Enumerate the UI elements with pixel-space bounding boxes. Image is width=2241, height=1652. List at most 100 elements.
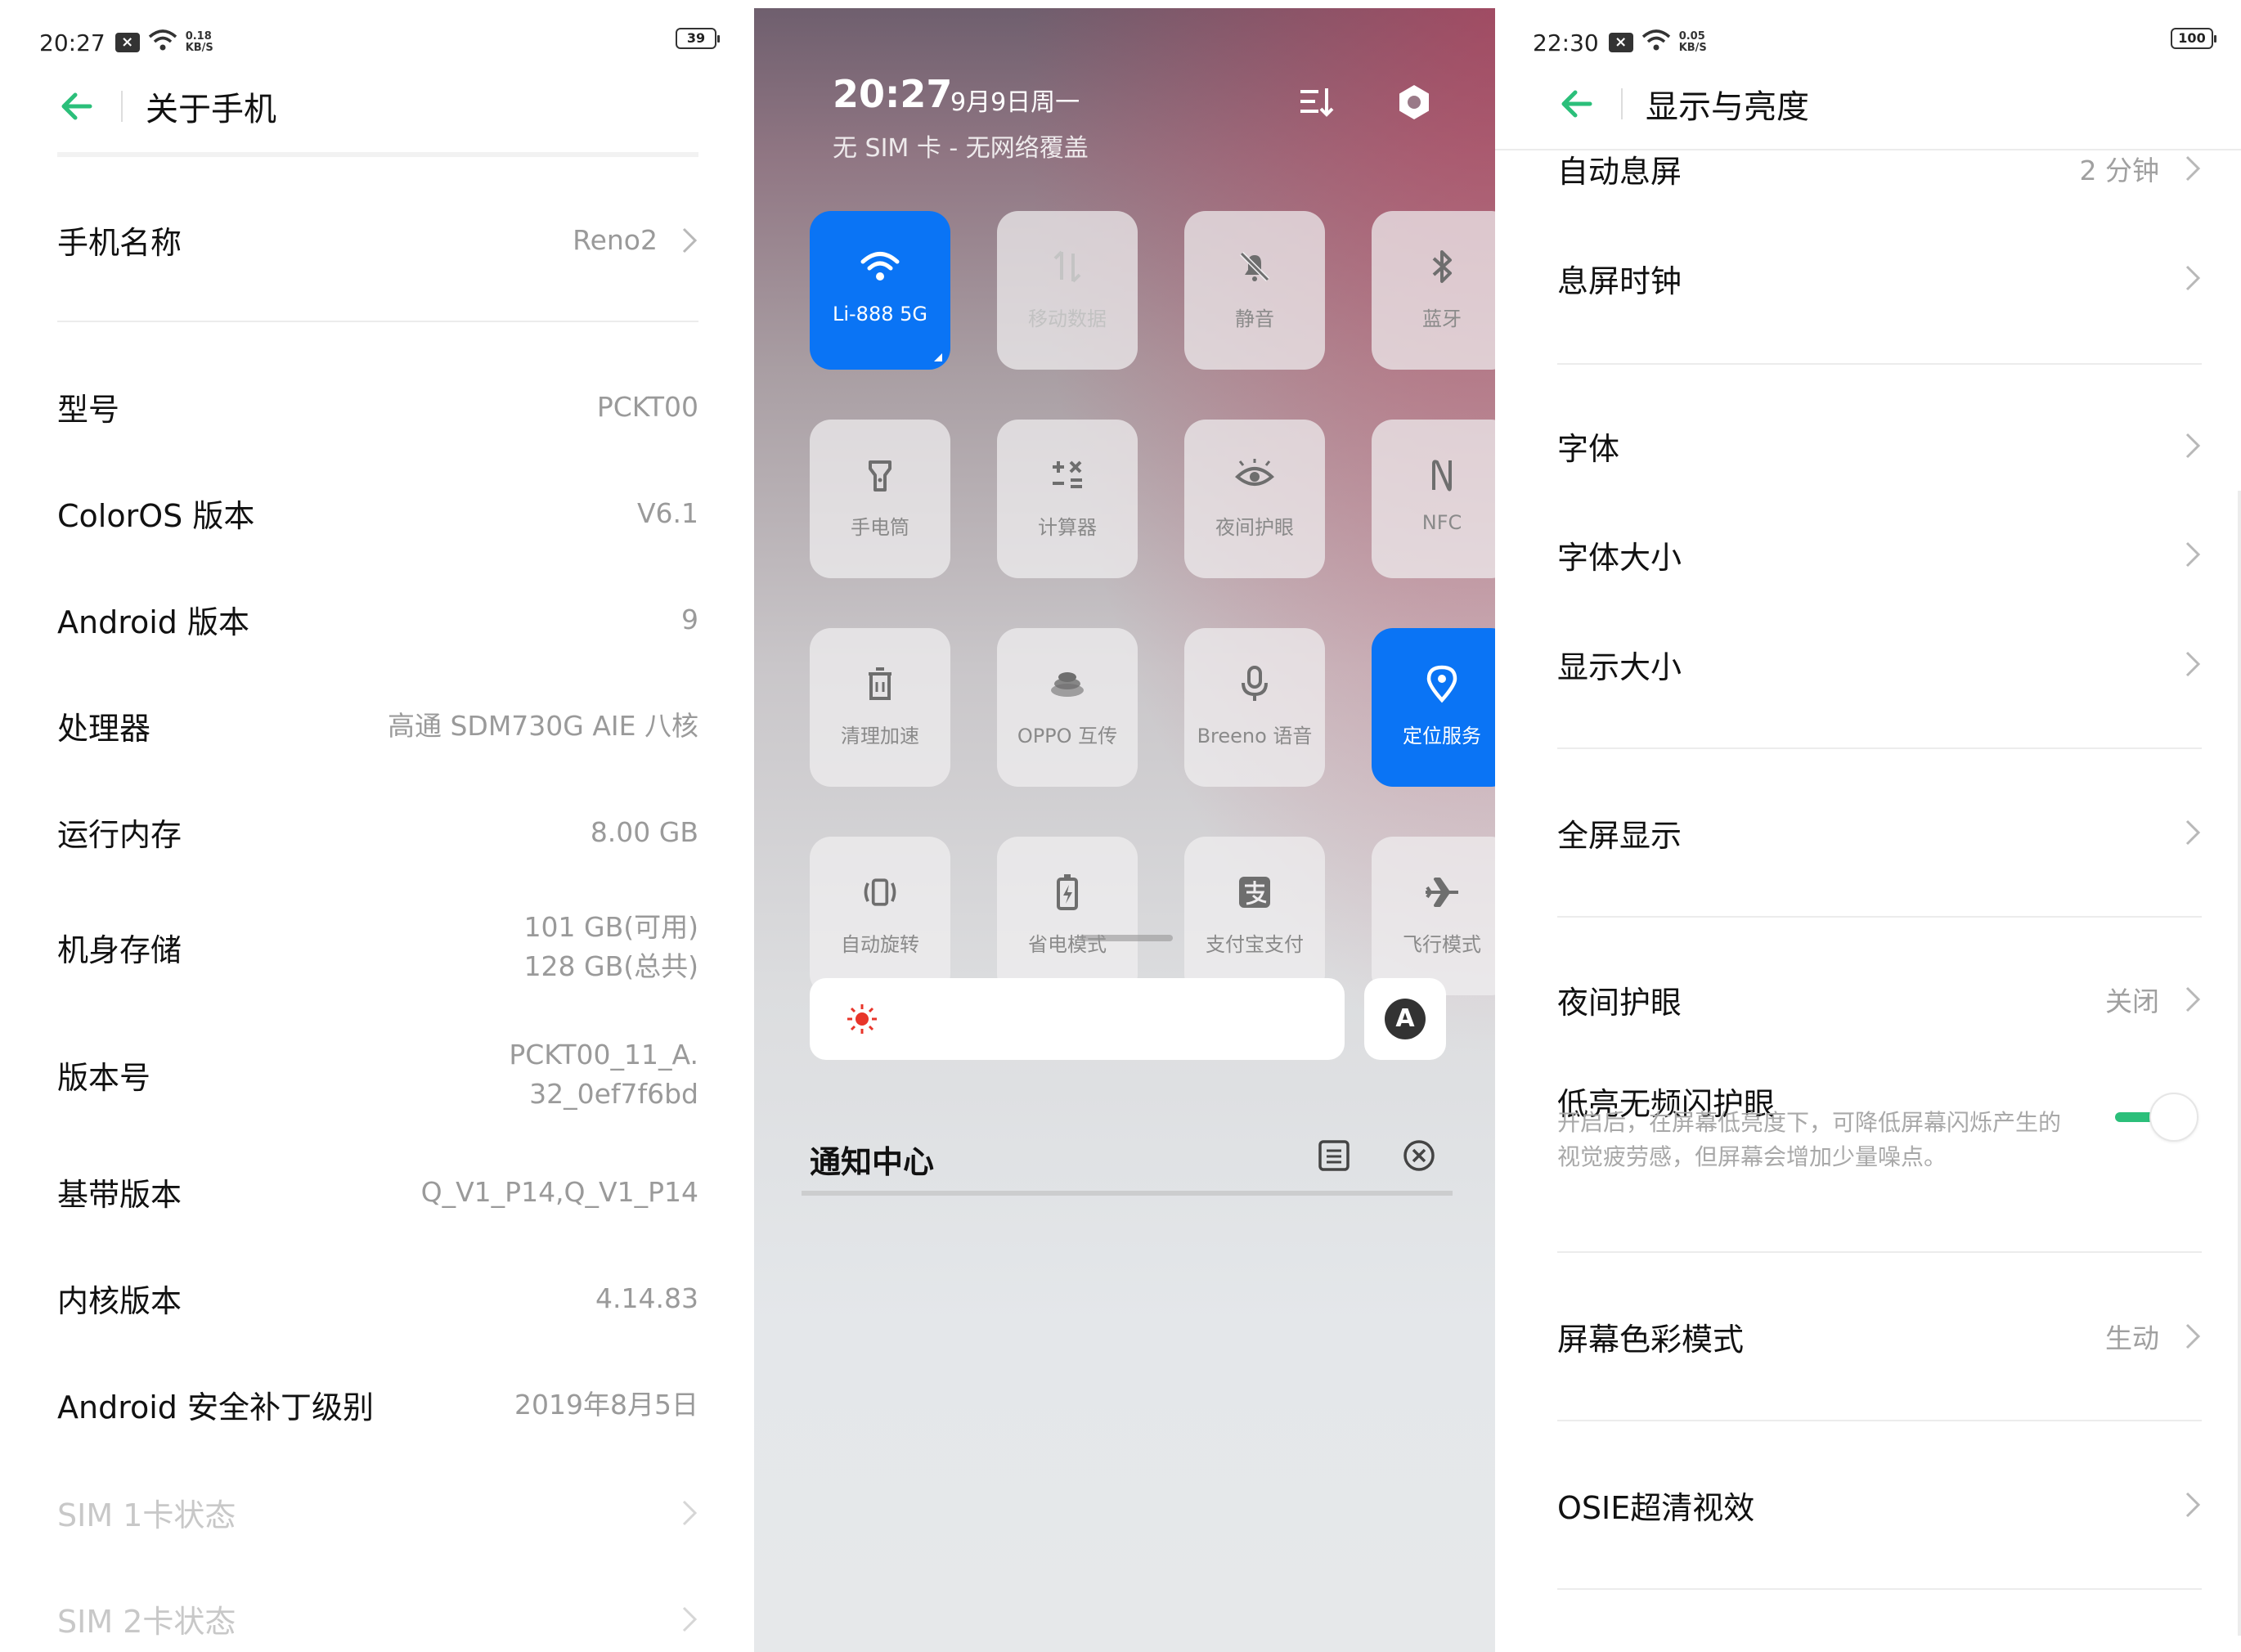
row-label: OSIE超清视效 <box>1557 1489 1755 1526</box>
settings-icon[interactable] <box>1394 82 1435 123</box>
tile-calculator[interactable]: 计算器 <box>997 420 1138 578</box>
tile-label: 支付宝支付 <box>1206 933 1304 956</box>
row-sim2-status[interactable]: SIM 2卡状态 <box>57 1596 698 1641</box>
row-storage: 机身存储 101 GB(可用) 128 GB(总共) <box>57 908 698 986</box>
section-divider <box>57 321 698 322</box>
row-value: Reno2 <box>573 223 658 256</box>
settings-row[interactable]: OSIE超清视效 <box>1557 1480 2202 1529</box>
row-label: Android 安全补丁级别 <box>57 1389 374 1425</box>
tile-mobile-data[interactable]: 移动数据 <box>997 211 1138 370</box>
tile-label: 蓝牙 <box>1422 308 1462 330</box>
row-label: 字体 <box>1557 430 1620 467</box>
settings-row[interactable]: 屏幕色彩模式 生动 <box>1557 1312 2202 1361</box>
network-speed: 0.05 KB/S <box>1678 30 1707 54</box>
row-value: Q_V1_P14,Q_V1_P14 <box>420 1175 698 1208</box>
row-value: 高通 SDM730G AIE 八核 <box>387 709 698 742</box>
tile-eye[interactable]: 夜间护眼 <box>1184 420 1325 578</box>
row-security-patch: Android 安全补丁级别 2019年8月5日 <box>57 1382 698 1427</box>
tile-label: 静音 <box>1235 308 1274 330</box>
row-value: PCKT00 <box>596 390 698 423</box>
chevron-right-icon <box>2185 986 2201 1012</box>
header-shadow <box>57 152 698 157</box>
tile-wifi[interactable]: Li-888 5G <box>810 211 950 370</box>
auto-brightness-icon: A <box>1385 999 1426 1039</box>
settings-row[interactable]: 字体大小 <box>1557 530 2202 579</box>
tile-label: 计算器 <box>1038 516 1097 539</box>
settings-row[interactable]: 息屏时钟 <box>1557 254 2202 303</box>
flashlight-icon <box>860 456 900 495</box>
row-label: SIM 2卡状态 <box>57 1604 236 1640</box>
chevron-right-icon <box>2185 1323 2201 1349</box>
trash-icon <box>860 664 900 703</box>
tile-bluetooth[interactable]: 蓝牙 <box>1372 211 1495 370</box>
tile-flashlight[interactable]: 手电筒 <box>810 420 950 578</box>
section-divider <box>1557 363 2202 365</box>
display-brightness-screen: 22:30 × 0.05 KB/S 100 显示与亮度 自动息屏 2 分钟 息屏时钟… <box>1495 0 2241 1652</box>
edit-tiles-icon[interactable] <box>1296 82 1336 123</box>
tile-alipay[interactable]: 支付宝支付 <box>1184 837 1325 995</box>
settings-row[interactable]: 字体 <box>1557 421 2202 470</box>
row-label: 全屏显示 <box>1557 817 1682 854</box>
tile-location[interactable]: 定位服务 <box>1372 628 1495 787</box>
tile-mute[interactable]: 静音 <box>1184 211 1325 370</box>
row-right <box>2159 1490 2202 1520</box>
notification-manage-icon[interactable] <box>1317 1138 1351 1173</box>
row-value: 2 分钟 <box>2079 155 2160 186</box>
brightness-slider[interactable] <box>810 978 1345 1060</box>
tile-battery-saver[interactable]: 省电模式 <box>997 837 1138 995</box>
section-divider <box>1557 747 2202 749</box>
row-value: 8.00 GB <box>590 815 698 848</box>
back-arrow-icon[interactable] <box>1554 81 1600 127</box>
page-header: 关于手机 <box>54 78 276 135</box>
tile-label: 定位服务 <box>1403 725 1481 747</box>
tile-label: 夜间护眼 <box>1215 516 1294 539</box>
wifi-status-icon <box>1641 29 1671 57</box>
row-coloros-version: ColorOS 版本 V6.1 <box>57 491 698 536</box>
section-divider <box>1557 1251 2202 1253</box>
auto-brightness-button[interactable]: A <box>1364 978 1446 1060</box>
tile-label: 飞行模式 <box>1403 933 1481 956</box>
flicker-toggle[interactable] <box>2115 1093 2198 1142</box>
row-label: 夜间护眼 <box>1557 984 1682 1021</box>
settings-row[interactable]: 自动息屏 2 分钟 <box>1557 144 2202 193</box>
tile-trash[interactable]: 清理加速 <box>810 628 950 787</box>
back-arrow-icon[interactable] <box>54 83 100 129</box>
cc-date: 9月9日周一 <box>950 88 1080 117</box>
notification-center-title: 通知中心 <box>810 1144 935 1180</box>
status-time: 20:27 <box>39 29 106 56</box>
section-divider <box>1557 1420 2202 1421</box>
row-value: 关闭 <box>2105 985 2159 1017</box>
settings-row[interactable]: 夜间护眼 关闭 <box>1557 975 2202 1024</box>
tile-rotate[interactable]: 自动旋转 <box>810 837 950 995</box>
row-right: 2 分钟 <box>2080 149 2203 188</box>
tile-microphone[interactable]: Breeno 语音 <box>1184 628 1325 787</box>
clear-all-icon[interactable] <box>1402 1138 1436 1173</box>
tile-airplane[interactable]: 飞行模式 <box>1372 837 1495 995</box>
row-label: 机身存储 <box>57 931 182 968</box>
scrollbar[interactable] <box>2238 491 2241 1636</box>
storage-total: 128 GB(总共) <box>523 950 698 982</box>
tile-label: Li-888 5G <box>832 303 927 325</box>
row-phone-name[interactable]: 手机名称 Reno2 <box>57 218 698 263</box>
row-value: 生动 <box>2105 1322 2159 1354</box>
flicker-description: 开启后，在屏幕低亮度下，可降低屏幕闪烁产生的视觉疲劳感，但屏幕会增加少量噪点。 <box>1557 1109 2062 1170</box>
row-label: 型号 <box>57 392 120 428</box>
mobile-data-icon <box>1048 247 1087 286</box>
tile-label: Breeno 语音 <box>1197 725 1313 747</box>
settings-row[interactable]: 显示大小 <box>1557 640 2202 689</box>
page-title: 关于手机 <box>146 91 276 128</box>
row-build-number: 版本号 PCKT00_11_A. 32_0ef7f6bd <box>57 1035 698 1114</box>
chevron-right-icon <box>2185 155 2201 182</box>
row-label: 手机名称 <box>57 225 182 261</box>
settings-row[interactable]: 全屏显示 <box>1557 808 2202 857</box>
tile-share[interactable]: OPPO 互传 <box>997 628 1138 787</box>
section-divider <box>1557 1588 2202 1590</box>
toggle-knob <box>2149 1093 2198 1142</box>
tile-nfc[interactable]: NFC <box>1372 420 1495 578</box>
airplane-icon <box>1422 873 1462 912</box>
drag-handle[interactable] <box>1080 935 1173 941</box>
row-sim1-status[interactable]: SIM 1卡状态 <box>57 1490 698 1535</box>
cc-clock: 20:27 <box>833 72 953 116</box>
row-label: 内核版本 <box>57 1283 182 1319</box>
row-value: V6.1 <box>636 496 698 529</box>
